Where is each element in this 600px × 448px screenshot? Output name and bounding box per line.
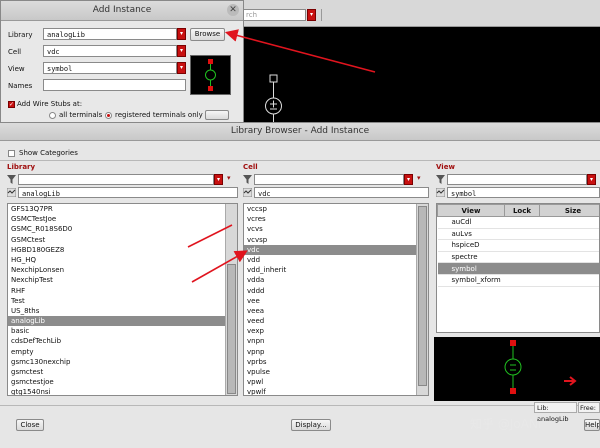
arrow-to-browse-button xyxy=(228,33,375,72)
arrow-stub xyxy=(188,225,232,247)
arrow-to-vdc-cell xyxy=(192,252,245,282)
annotation-arrows xyxy=(0,0,600,447)
